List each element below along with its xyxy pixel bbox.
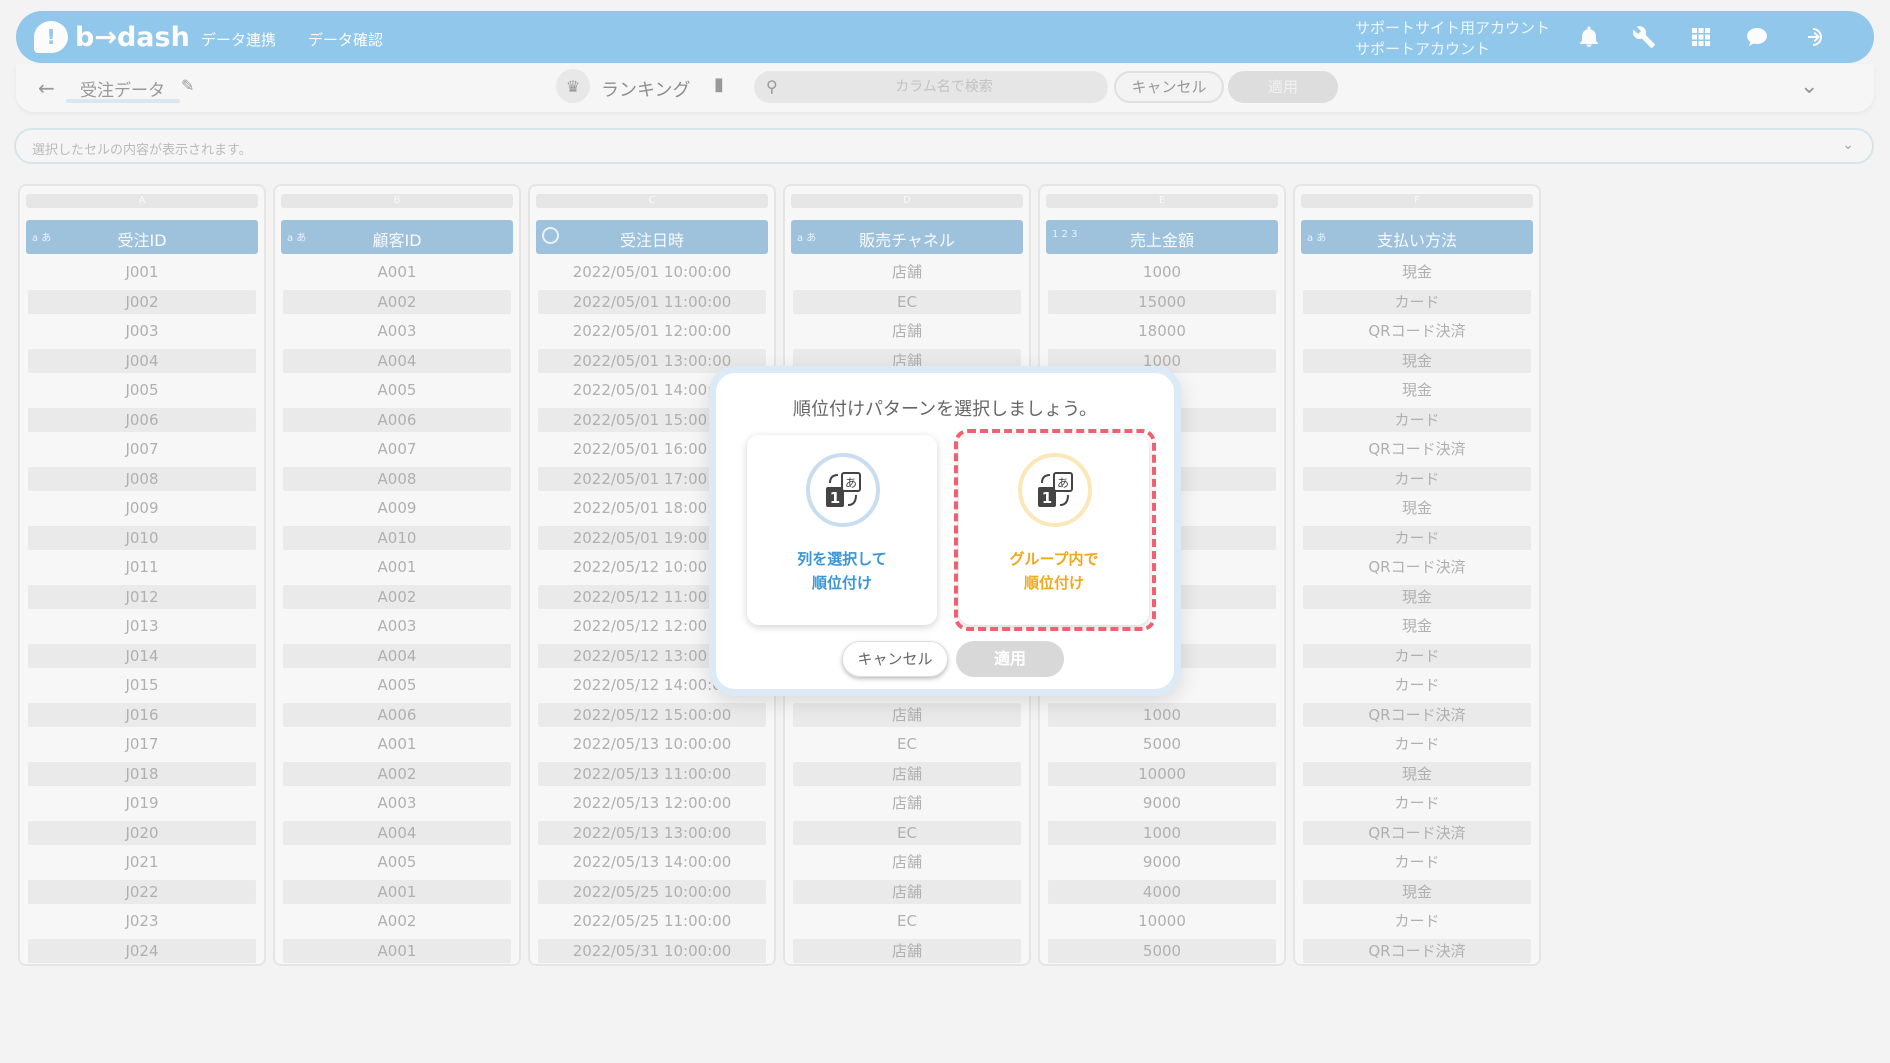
option1-label: 列を選択して 順位付け [747,547,937,595]
modal-cancel-button[interactable]: キャンセル [842,641,948,677]
highlight-annotation [954,429,1156,631]
ranking-pattern-modal: 順位付けパターンを選択しましょう。 1 あ 列を選択して 順位付け 1 あ グル… [709,366,1181,696]
modal-apply-button[interactable]: 適用 [956,641,1064,677]
svg-text:あ: あ [845,476,857,490]
modal-title: 順位付けパターンを選択しましょう。 [792,399,1098,420]
option1-line2: 順位付け [811,574,872,592]
svg-text:1: 1 [830,489,840,507]
option-select-column-ranking[interactable]: 1 あ 列を選択して 順位付け [747,435,937,625]
option1-line1: 列を選択して [797,550,887,568]
rank-icon: 1 あ [806,453,880,527]
